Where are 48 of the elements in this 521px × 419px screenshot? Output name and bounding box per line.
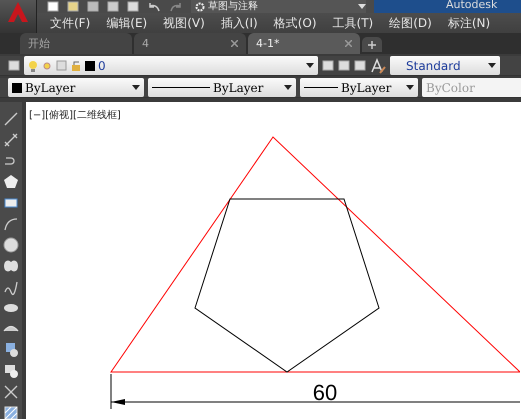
line-sample-icon [304, 86, 338, 89]
layer-dropdown[interactable]: 0 [24, 56, 318, 75]
viewport-label[interactable]: [−][俯视][二维线框] [29, 108, 121, 122]
dropdown-caret-icon[interactable] [488, 63, 496, 68]
redo-icon[interactable] [169, 2, 183, 12]
cross-icon[interactable] [2, 383, 20, 401]
color-swatch-icon [85, 60, 95, 70]
pentagon-icon[interactable] [2, 173, 20, 191]
line-sample-icon [152, 86, 210, 89]
gear-icon [195, 2, 205, 12]
plus-icon [368, 40, 376, 48]
workspace-dropdown[interactable]: 草图与注释 [191, 0, 366, 13]
hatch-icon[interactable] [2, 404, 20, 419]
dimension-text: 60 [312, 380, 338, 405]
menu-item[interactable]: 插入(I) [220, 14, 258, 32]
application-button[interactable] [0, 0, 37, 33]
lineweight-dropdown[interactable]: ByLayer [300, 78, 418, 97]
text-style-icon[interactable] [370, 58, 386, 74]
color-swatch-icon [12, 82, 22, 92]
app-title: Autodesk [374, 0, 521, 13]
new-tab-button[interactable] [362, 37, 382, 52]
menu-item[interactable]: 视图(V) [163, 14, 205, 32]
block-icon[interactable] [2, 362, 20, 380]
menu-item[interactable]: 文件(F) [50, 14, 90, 32]
undo-icon[interactable] [147, 2, 161, 12]
color-dropdown[interactable]: ByLayer [8, 78, 144, 97]
dropdown-caret-icon[interactable] [132, 85, 140, 90]
file-tab[interactable]: 开始 [20, 33, 132, 54]
file-tab[interactable]: 4 [134, 33, 246, 54]
menu-item[interactable]: 标注(N) [448, 14, 490, 32]
lightbulb-icon [28, 60, 38, 72]
construction-line-icon[interactable] [2, 131, 20, 149]
menu-item[interactable]: 格式(O) [274, 14, 317, 32]
dropdown-caret-icon[interactable] [306, 63, 314, 68]
menu-item[interactable]: 工具(T) [332, 14, 374, 32]
menu-item[interactable]: 编辑(E) [106, 14, 148, 32]
dropdown-caret-icon[interactable] [406, 85, 414, 90]
logo-icon [6, 0, 30, 24]
circle-icon[interactable] [2, 236, 20, 254]
lock-icon [71, 60, 82, 72]
linetype-dropdown[interactable]: ByLayer [148, 78, 296, 97]
line-tool-icon[interactable] [2, 110, 20, 128]
text-style-dropdown[interactable]: Standard [390, 56, 500, 75]
drawing-canvas[interactable]: [−][俯视][二维线框] 60 [26, 102, 521, 419]
close-icon[interactable] [231, 40, 238, 47]
menu-item[interactable]: 绘图(D) [389, 14, 432, 32]
dropdown-caret-icon[interactable] [284, 85, 292, 90]
file-tab[interactable]: 4-1* [248, 33, 360, 54]
